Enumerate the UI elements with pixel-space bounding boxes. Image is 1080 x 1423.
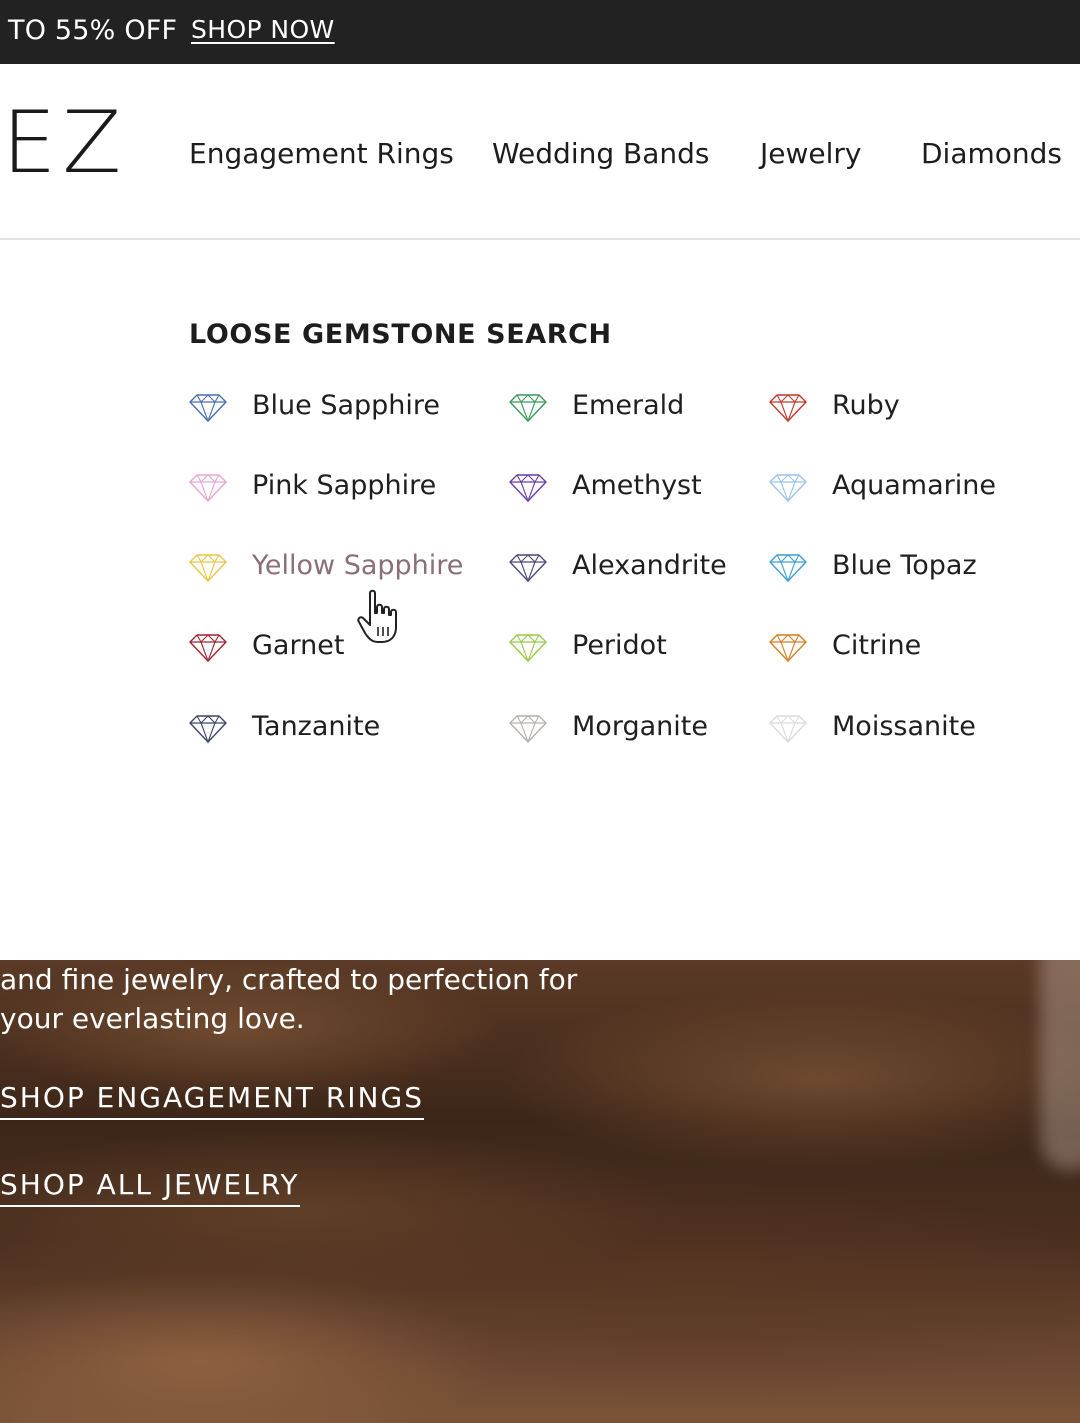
menu-title: LOOSE GEMSTONE SEARCH <box>189 319 612 350</box>
nav-diamonds[interactable]: Diamonds <box>921 137 1062 170</box>
hero-light-streak <box>1040 960 1080 1170</box>
gem-label: Citrine <box>832 629 922 661</box>
diamond-icon <box>769 394 807 423</box>
gem-item-garnet[interactable]: Garnet <box>188 625 344 665</box>
gem-item-citrine[interactable]: Citrine <box>768 625 921 665</box>
gemstone-mega-menu: LOOSE GEMSTONE SEARCH Blue Sapphire Pink … <box>0 240 1080 960</box>
gem-label: Aquamarine <box>832 469 996 501</box>
nav-wedding-bands[interactable]: Wedding Bands <box>492 137 710 170</box>
site-logo[interactable]: EZ <box>2 100 127 186</box>
shop-all-jewelry-link[interactable]: SHOP ALL JEWELRY <box>0 1168 300 1207</box>
diamond-icon <box>509 715 547 744</box>
gem-item-yellow-sapphire[interactable]: Yellow Sapphire <box>188 545 463 585</box>
gem-item-emerald[interactable]: Emerald <box>508 385 684 425</box>
diamond-icon <box>509 394 547 423</box>
nav-engagement-rings[interactable]: Engagement Rings <box>189 137 454 170</box>
promo-text: TO 55% OFF <box>8 15 178 46</box>
hero-banner: and fine jewelry, crafted to perfection … <box>0 960 1080 1423</box>
gem-label: Blue Sapphire <box>252 389 441 421</box>
gem-label: Tanzanite <box>252 710 381 742</box>
gem-label: Alexandrite <box>572 549 727 581</box>
gem-item-moissanite[interactable]: Moissanite <box>768 706 976 746</box>
diamond-icon <box>509 634 547 663</box>
diamond-icon <box>769 634 807 663</box>
gem-item-ruby[interactable]: Ruby <box>768 385 900 425</box>
nav-jewelry[interactable]: Jewelry <box>760 137 861 170</box>
diamond-icon <box>509 554 547 583</box>
diamond-icon <box>189 394 227 423</box>
diamond-icon <box>769 715 807 744</box>
gem-label: Amethyst <box>572 469 702 501</box>
gem-label: Peridot <box>572 629 667 661</box>
gem-item-amethyst[interactable]: Amethyst <box>508 465 702 505</box>
diamond-icon <box>769 474 807 503</box>
gem-item-blue-sapphire[interactable]: Blue Sapphire <box>188 385 440 425</box>
gem-label: Pink Sapphire <box>252 469 437 501</box>
gem-label: Yellow Sapphire <box>252 549 464 581</box>
site-header: EZ Engagement Rings Wedding Bands Jewelr… <box>0 64 1080 240</box>
gem-item-alexandrite[interactable]: Alexandrite <box>508 545 727 585</box>
gem-label: Moissanite <box>832 710 976 742</box>
diamond-icon <box>769 554 807 583</box>
gem-label: Emerald <box>572 389 685 421</box>
shop-now-link[interactable]: SHOP NOW <box>191 15 335 44</box>
gem-label: Ruby <box>832 389 900 421</box>
gem-label: Blue Topaz <box>832 549 977 581</box>
diamond-icon <box>189 634 227 663</box>
diamond-icon <box>189 474 227 503</box>
diamond-icon <box>189 715 227 744</box>
hero-description: and fine jewelry, crafted to perfection … <box>0 963 578 1035</box>
diamond-icon <box>189 554 227 583</box>
gem-item-morganite[interactable]: Morganite <box>508 706 708 746</box>
gem-item-pink-sapphire[interactable]: Pink Sapphire <box>188 465 436 505</box>
gem-item-tanzanite[interactable]: Tanzanite <box>188 706 380 746</box>
shop-engagement-rings-link[interactable]: SHOP ENGAGEMENT RINGS <box>0 1081 424 1120</box>
promo-bar: TO 55% OFF SHOP NOW <box>0 0 1080 64</box>
gem-label: Morganite <box>572 710 708 742</box>
gem-item-blue-topaz[interactable]: Blue Topaz <box>768 545 977 585</box>
diamond-icon <box>509 474 547 503</box>
gem-item-peridot[interactable]: Peridot <box>508 625 667 665</box>
gem-item-aquamarine[interactable]: Aquamarine <box>768 465 996 505</box>
hand-pointer-icon <box>357 589 397 643</box>
gem-label: Garnet <box>252 629 345 661</box>
